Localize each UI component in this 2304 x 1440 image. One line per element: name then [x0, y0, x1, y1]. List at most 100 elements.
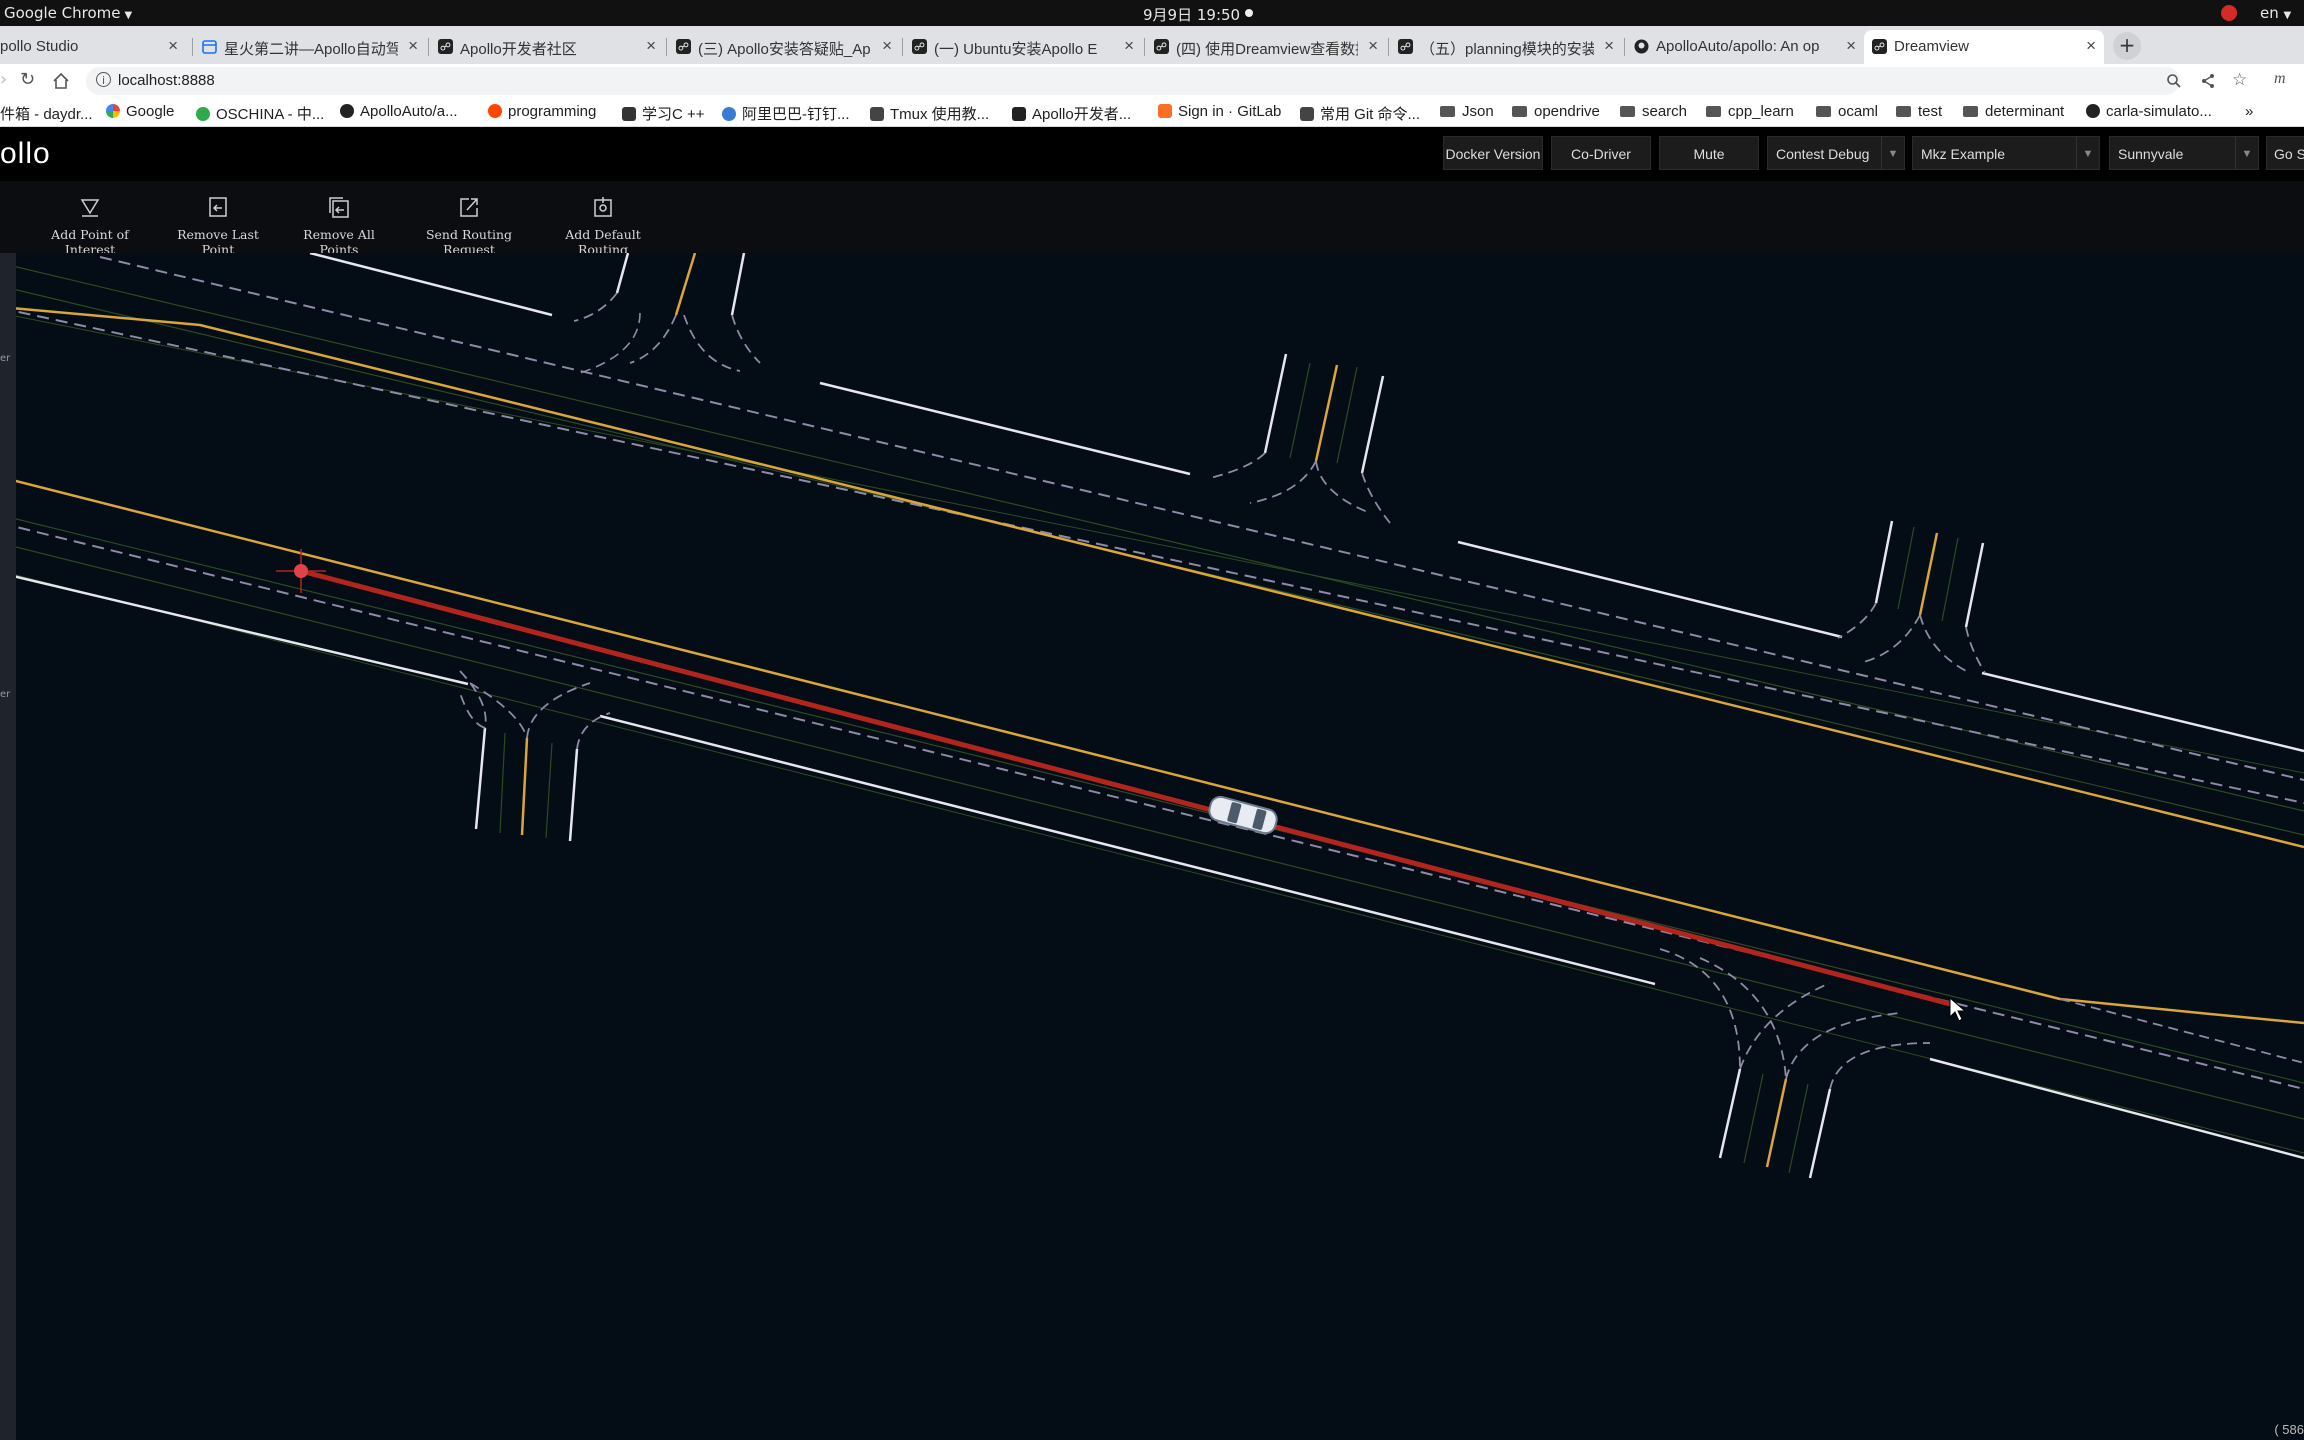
tab-label: ApolloAuto/apollo: An op	[1656, 38, 1820, 55]
bookmark-item[interactable]: Google	[106, 103, 174, 120]
chevron-down-icon: ▼	[2235, 137, 2258, 169]
bookmark-label: OSCHINA - 中...	[216, 106, 325, 123]
apollo-favicon-icon: ☍	[1398, 39, 1413, 54]
bookmark-item[interactable]: ApolloAuto/a...	[340, 103, 458, 120]
bookmark-folder[interactable]: test	[1896, 103, 1942, 120]
folder-icon	[1896, 106, 1911, 117]
github-favicon-icon	[1634, 39, 1649, 54]
close-icon[interactable]: ×	[168, 36, 178, 56]
site-info-icon[interactable]: i	[96, 72, 111, 87]
folder-icon	[1620, 106, 1635, 117]
dreamview-header: ollo Docker Version Co-Driver Mute Conte…	[0, 127, 2304, 181]
bookmark-item[interactable]: Tmux 使用教...	[870, 103, 989, 124]
address-url[interactable]: localhost:8888	[118, 72, 215, 89]
undo-point-icon	[209, 197, 227, 217]
home-icon[interactable]	[52, 72, 70, 90]
co-driver-button[interactable]: Co-Driver	[1551, 136, 1651, 170]
new-tab-button[interactable]: +	[2113, 32, 2141, 60]
bookmark-item[interactable]: 件箱 - daydr...	[0, 103, 93, 124]
remove-all-points-button[interactable]: Remove All Points	[288, 195, 390, 257]
close-icon[interactable]: ×	[1604, 36, 1614, 56]
bookmark-item[interactable]: 阿里巴巴-钉钉...	[722, 103, 850, 124]
address-bar[interactable]: i localhost:8888	[86, 67, 2182, 95]
bookmark-folder[interactable]: Json	[1440, 103, 1494, 120]
bookmark-item[interactable]: carla-simulato...	[2086, 103, 2212, 120]
zoom-icon[interactable]	[2166, 73, 2182, 89]
back-icon[interactable]: ›	[0, 69, 7, 90]
tab-github-apollo[interactable]: ApolloAuto/apollo: An op ×	[1626, 30, 1864, 64]
docker-version-button[interactable]: Docker Version	[1443, 136, 1543, 170]
bookmark-item[interactable]: 常用 Git 命令...	[1300, 103, 1420, 124]
close-icon[interactable]: ×	[1124, 36, 1134, 56]
close-icon[interactable]: ×	[408, 36, 418, 56]
bookmark-label: 常用 Git 命令...	[1320, 106, 1421, 123]
record-indicator-icon[interactable]	[2221, 5, 2237, 21]
tab-dreamview-data[interactable]: ☍ (四) 使用Dreamview查看数据 ×	[1146, 30, 1386, 64]
tab-xinghuo[interactable]: 星火第二讲—Apollo自动驾驶 ×	[194, 30, 426, 64]
tab-apollo-studio[interactable]: pollo Studio ×	[0, 30, 186, 64]
svg-text:☍: ☍	[1400, 41, 1411, 54]
bookmark-item[interactable]: Apollo开发者...	[1012, 103, 1131, 124]
tab-apollo-community[interactable]: ☍ Apollo开发者社区 ×	[430, 30, 664, 64]
bookmark-label: ocaml	[1838, 103, 1879, 120]
tab-label: Apollo开发者社区	[460, 41, 577, 58]
bookmark-folder[interactable]: cpp_learn	[1706, 103, 1794, 120]
apollo-favicon-icon: ☍	[438, 39, 453, 54]
tab-dreamview[interactable]: ☍ Dreamview ×	[1864, 30, 2104, 64]
bookmark-folder[interactable]: determinant	[1963, 103, 2064, 120]
bookmark-folder[interactable]: opendrive	[1512, 103, 1600, 120]
tab-planning-module[interactable]: ☍ （五）planning模块的安装 ×	[1390, 30, 1622, 64]
bookmark-item[interactable]: Sign in · GitLab	[1158, 103, 1281, 120]
side-panel-edge[interactable]: er er	[0, 253, 16, 1440]
bookmark-label: 件箱 - daydr...	[0, 106, 93, 123]
close-icon[interactable]: ×	[2086, 36, 2096, 56]
bookmark-folder[interactable]: ocaml	[1816, 103, 1878, 120]
send-routing-request-button[interactable]: Send Routing Request	[408, 195, 530, 257]
tab-separator	[1624, 38, 1625, 56]
map-select[interactable]: Sunnyvale ▼	[2109, 136, 2259, 170]
map-canvas[interactable]	[0, 253, 2304, 1440]
os-clock[interactable]: 9月9日 19:50	[1143, 4, 1240, 25]
vehicle-select[interactable]: Mkz Example ▼	[1912, 136, 2100, 170]
mode-select[interactable]: Contest Debug ▼	[1767, 136, 1905, 170]
close-icon[interactable]: ×	[1846, 36, 1856, 56]
add-default-routing-button[interactable]: Add Default Routing	[548, 195, 658, 257]
os-app-menu[interactable]: Google Chrome ▼	[4, 4, 132, 22]
bookmark-label: opendrive	[1534, 103, 1600, 120]
map-select-value: Sunnyvale	[2118, 146, 2184, 162]
bookmark-folder[interactable]: search	[1620, 103, 1687, 120]
folder-icon	[1440, 106, 1455, 117]
reload-icon[interactable]: ↻	[20, 69, 35, 90]
apollo-favicon-icon: ☍	[912, 39, 927, 54]
folder-icon	[1816, 106, 1831, 117]
chevron-down-icon: ▼	[124, 10, 133, 21]
bookmark-item[interactable]: 学习C ++	[622, 103, 705, 124]
star-icon[interactable]: ☆	[2232, 70, 2247, 90]
bookmark-label: Json	[1462, 103, 1494, 120]
mute-button[interactable]: Mute	[1659, 136, 1759, 170]
bookmark-label: search	[1642, 103, 1688, 120]
go-button[interactable]: Go S	[2266, 136, 2304, 170]
side-label: er	[0, 689, 11, 700]
close-icon[interactable]: ×	[882, 36, 892, 56]
tab-ubuntu-install[interactable]: ☍ (一) Ubuntu安装Apollo E ×	[904, 30, 1142, 64]
bookmark-item[interactable]: OSCHINA - 中...	[196, 103, 324, 124]
profile-avatar[interactable]: m	[2274, 70, 2286, 88]
language-indicator[interactable]: en ▼	[2260, 4, 2291, 22]
share-icon[interactable]	[2200, 73, 2216, 89]
close-icon[interactable]: ×	[646, 36, 656, 56]
tab-label: （五）planning模块的安装	[1420, 41, 1594, 58]
remove-all-icon	[329, 197, 349, 218]
bookmark-label: 学习C ++	[642, 106, 705, 123]
close-icon[interactable]: ×	[1368, 36, 1378, 56]
remove-last-point-button[interactable]: Remove Last Point	[166, 195, 270, 257]
tab-separator	[192, 38, 193, 56]
bookmarks-overflow-button[interactable]: »	[2245, 103, 2253, 120]
bookmark-label: programming	[508, 103, 597, 120]
tab-install-faq[interactable]: ☍ (三) Apollo安装答疑贴_Ap ×	[668, 30, 900, 64]
tab-label: Dreamview	[1894, 38, 1970, 55]
apollo-logo: ollo	[0, 137, 51, 170]
bookmark-item[interactable]: programming	[488, 103, 596, 120]
add-point-of-interest-button[interactable]: Add Point of Interest	[34, 195, 146, 257]
bookmarks-bar: 件箱 - daydr... Google OSCHINA - 中... Apol…	[0, 98, 2304, 127]
